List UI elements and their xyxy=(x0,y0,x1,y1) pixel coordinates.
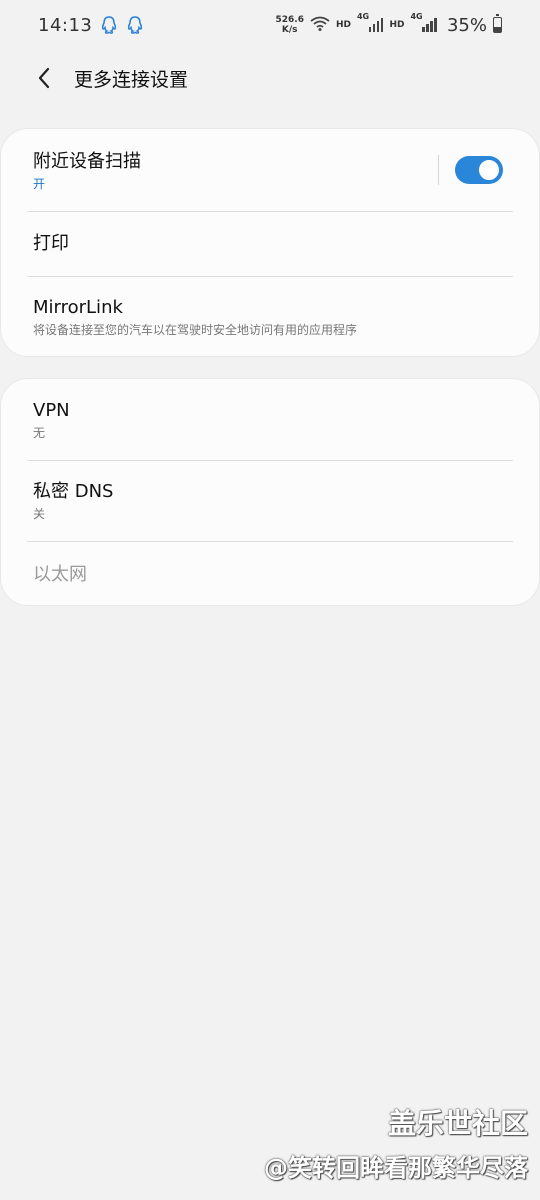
network-speed-value: 526.6 xyxy=(275,15,304,25)
vertical-divider xyxy=(438,155,439,185)
vpn-status: 无 xyxy=(33,426,46,440)
network-speed: 526.6 K/s xyxy=(275,15,303,35)
mirrorlink-description: 将设备连接至您的汽车以在驾驶时安全地访问有用的应用程序 xyxy=(33,323,358,337)
status-time: 14:13 xyxy=(38,14,93,36)
vpn-item[interactable]: VPN 无 xyxy=(33,400,513,450)
hd-indicator: HD xyxy=(389,20,405,30)
battery-percentage: 35% xyxy=(446,14,487,36)
qq-icon xyxy=(126,15,144,35)
battery-icon xyxy=(493,14,502,33)
hd-indicator: HD xyxy=(335,20,351,30)
divider xyxy=(27,460,513,461)
mirrorlink-title: MirrorLink xyxy=(33,297,123,318)
nearby-device-scan-toggle-area xyxy=(438,155,503,185)
divider xyxy=(27,211,513,212)
toggle-knob xyxy=(477,158,501,182)
settings-card-connections: 附近设备扫描 开 打印 MirrorLink 将设备连接至您的汽车以在驾驶时安全… xyxy=(0,128,540,357)
wifi-icon xyxy=(310,16,330,35)
private-dns-title: 私密 DNS xyxy=(33,481,114,502)
private-dns-status: 关 xyxy=(33,507,46,521)
signal-icon: 4G xyxy=(357,12,384,32)
divider xyxy=(27,541,513,542)
back-button[interactable] xyxy=(22,56,66,100)
page-title: 更多连接设置 xyxy=(74,68,189,91)
ethernet-item[interactable]: 以太网 xyxy=(33,564,513,594)
app-bar: 更多连接设置 xyxy=(0,50,540,106)
print-item[interactable]: 打印 xyxy=(33,233,513,273)
private-dns-item[interactable]: 私密 DNS 关 xyxy=(33,481,513,531)
print-title: 打印 xyxy=(33,233,69,254)
chevron-left-icon xyxy=(38,67,50,89)
nearby-device-scan-toggle[interactable] xyxy=(455,156,503,184)
status-right: 526.6 K/s HD 4G HD 4G 35% xyxy=(275,12,502,36)
qq-icon xyxy=(100,15,118,35)
ethernet-title: 以太网 xyxy=(33,564,87,585)
divider xyxy=(27,276,513,277)
network-type: 4G xyxy=(356,12,370,21)
mirrorlink-item[interactable]: MirrorLink 将设备连接至您的汽车以在驾驶时安全地访问有用的应用程序 xyxy=(33,297,513,347)
status-left: 14:13 xyxy=(38,15,144,36)
network-type: 4G xyxy=(410,12,423,21)
signal-icon: 4G xyxy=(410,12,437,32)
watermark-community: 盖乐世社区 xyxy=(387,1107,528,1140)
settings-card-network: VPN 无 私密 DNS 关 以太网 xyxy=(0,378,540,606)
status-bar: 14:13 526.6 K/s HD 4G HD 4G 35% xyxy=(0,0,540,50)
network-speed-unit: K/s xyxy=(281,25,298,35)
vpn-title: VPN xyxy=(33,400,70,421)
battery-level xyxy=(494,27,501,32)
watermark-author: @笑转回眸看那繁华尽落 xyxy=(264,1154,528,1182)
